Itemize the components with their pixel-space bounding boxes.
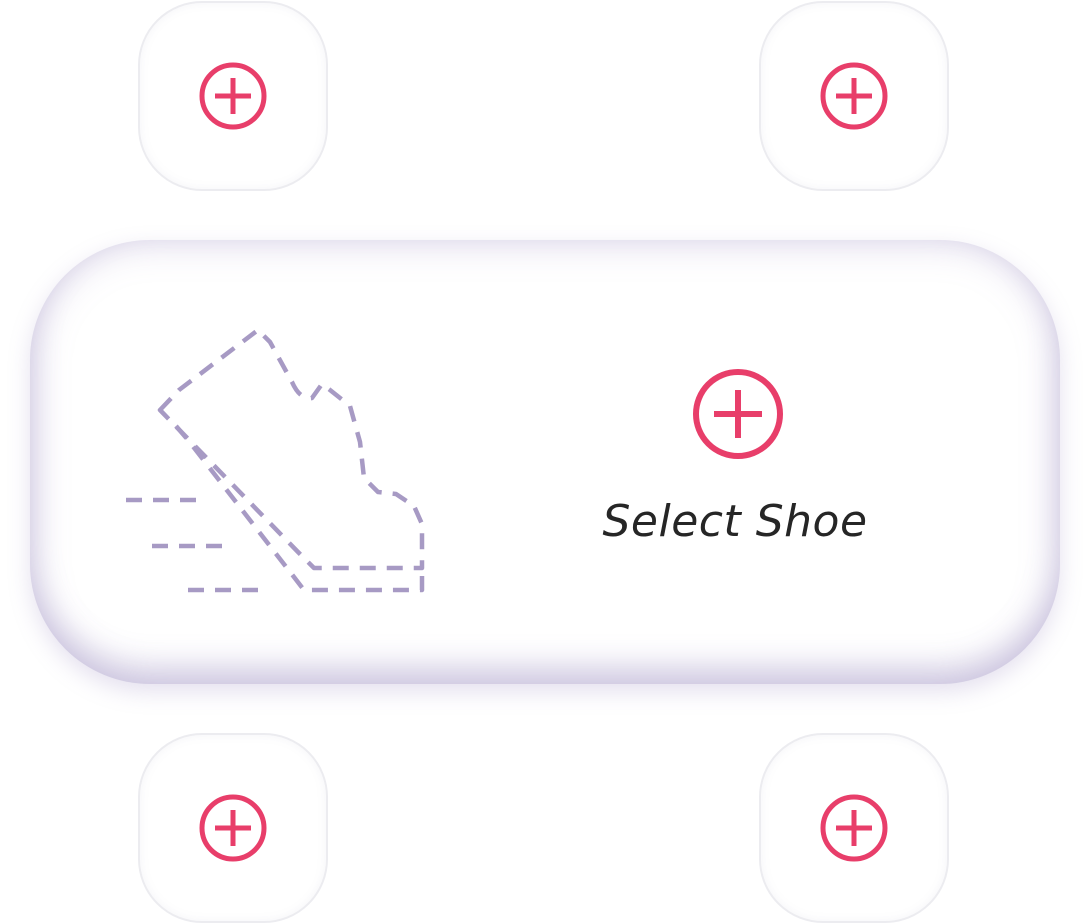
plus-circle-icon <box>693 369 783 459</box>
plus-circle-icon <box>820 62 888 130</box>
plus-circle-icon <box>199 794 267 862</box>
select-shoe-action[interactable]: Select Shoe <box>570 368 900 568</box>
shoe-selector: Select Shoe <box>0 0 1089 924</box>
plus-circle-icon <box>820 794 888 862</box>
add-slot-top-right[interactable] <box>759 1 949 191</box>
add-slot-bottom-left[interactable] <box>138 733 328 923</box>
plus-circle-icon <box>199 62 267 130</box>
sneaker-outline-icon <box>126 328 425 593</box>
select-shoe-card[interactable]: Select Shoe <box>30 240 1060 684</box>
add-slot-top-left[interactable] <box>138 1 328 191</box>
select-shoe-label: Select Shoe <box>602 496 868 547</box>
add-slot-bottom-right[interactable] <box>759 733 949 923</box>
